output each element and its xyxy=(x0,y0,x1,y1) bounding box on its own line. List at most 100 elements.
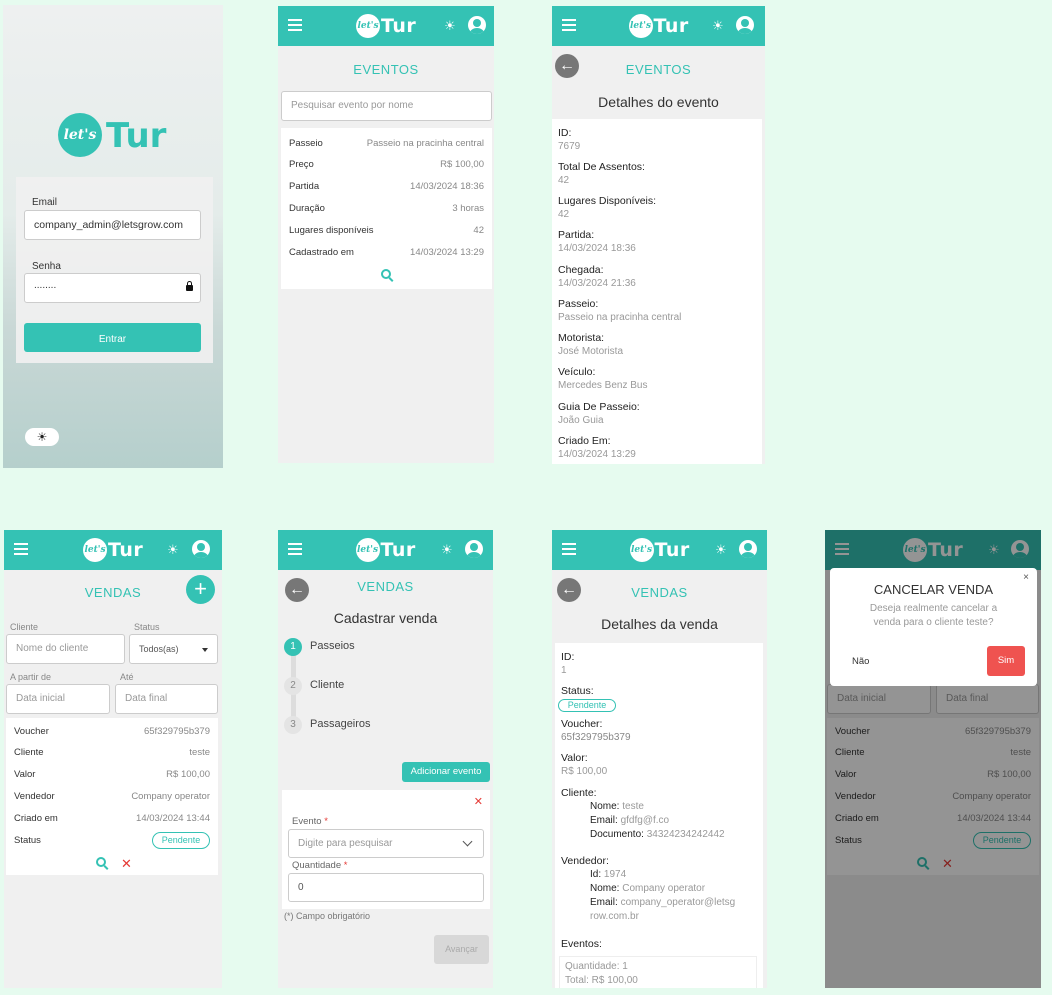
password-field[interactable]: ........ xyxy=(24,273,201,303)
status-value: Todos(as) xyxy=(139,644,179,654)
evento-item: Quantidade: 1 Total: R$ 100,00 xyxy=(559,956,757,988)
sun-icon[interactable]: ☀ xyxy=(715,542,727,558)
dialog-message-line2: venda para o cliente teste? xyxy=(873,617,994,628)
key: Id: xyxy=(590,869,602,880)
user-icon[interactable] xyxy=(736,16,754,34)
cancel-sale-screen: let's Tur ☀ Data inicial Data final Vouch… xyxy=(825,530,1041,988)
event-card: Passeio Passeio na pracinha central Preço… xyxy=(281,128,492,289)
email-label: Email xyxy=(32,197,58,208)
menu-icon[interactable] xyxy=(562,19,576,31)
field-value: 42 xyxy=(558,209,570,220)
app-logo: let's Tur xyxy=(628,13,689,39)
dialog-yes-button[interactable]: Sim xyxy=(987,646,1025,676)
quantity-input[interactable]: 0 xyxy=(288,873,484,902)
sun-icon[interactable]: ☀ xyxy=(441,542,453,558)
field-label: Partida: xyxy=(558,229,595,241)
cliente-label: Cliente: xyxy=(561,787,597,799)
row-label: Status xyxy=(14,835,41,846)
status-select[interactable]: Todos(as) xyxy=(129,634,218,664)
add-event-button[interactable]: Adicionar evento xyxy=(402,762,490,782)
row-label: Valor xyxy=(14,769,36,780)
vendedor-email-cont: row.com.br xyxy=(590,911,639,922)
login-button[interactable]: Entrar xyxy=(24,323,201,352)
menu-icon[interactable] xyxy=(14,543,28,555)
required-note: (*) Campo obrigatório xyxy=(284,911,371,921)
sun-icon[interactable]: ☀ xyxy=(712,18,724,34)
page-subtitle: Detalhes do evento xyxy=(598,94,719,110)
quantity-label-text: Quantidade xyxy=(292,860,342,871)
client-placeholder: Nome do cliente xyxy=(16,643,89,654)
field-value: 42 xyxy=(558,175,570,186)
evento-total: Total: R$ 100,00 xyxy=(565,975,638,986)
dialog-no-button[interactable]: Não xyxy=(852,656,869,667)
quantity-field-label: Quantidade * xyxy=(292,860,347,871)
create-sale-screen: let's Tur ☀ ← VENDAS Cadastrar venda 1 Pa… xyxy=(278,530,493,988)
field-label: ID: xyxy=(558,127,572,139)
logo-lets: let's xyxy=(58,113,102,157)
dialog-title: CANCELAR VENDA xyxy=(873,582,994,597)
menu-icon[interactable] xyxy=(288,19,302,31)
chevron-down-icon xyxy=(462,836,473,847)
user-icon[interactable] xyxy=(739,540,757,558)
to-placeholder: Data final xyxy=(125,693,168,704)
field-value: 14/03/2024 21:36 xyxy=(558,278,636,289)
app-logo: let's Tur xyxy=(355,537,416,563)
view-sale-icon[interactable] xyxy=(96,857,106,867)
user-icon[interactable] xyxy=(468,16,486,34)
search-input[interactable]: Pesquisar evento por nome xyxy=(281,91,492,121)
row-value: 3 horas xyxy=(452,203,484,214)
search-icon[interactable] xyxy=(381,269,391,279)
search-placeholder: Pesquisar evento por nome xyxy=(291,100,414,111)
client-input[interactable]: Nome do cliente xyxy=(6,634,125,664)
value: gfdfg@f.co xyxy=(620,815,670,826)
app-logo: let's Tur xyxy=(58,113,178,159)
event-field-label: Evento * xyxy=(292,816,328,827)
page-title: EVENTOS xyxy=(625,62,692,77)
cancel-sale-icon[interactable]: ✕ xyxy=(121,857,132,870)
vendedor-nome: Nome: Company operator xyxy=(590,883,705,894)
sale-row: Cliente teste xyxy=(14,747,210,758)
app-logo: let's Tur xyxy=(83,537,143,563)
theme-toggle[interactable]: ☀ xyxy=(25,428,59,446)
status-badge: Pendente xyxy=(558,699,616,712)
field-value: José Motorista xyxy=(558,346,624,357)
lock-shackle xyxy=(187,281,192,286)
cancel-sale-dialog: × CANCELAR VENDA Deseja realmente cancel… xyxy=(830,568,1037,686)
from-label: A partir de xyxy=(10,672,52,682)
app-bar: let's Tur ☀ xyxy=(278,530,493,570)
remove-event-icon[interactable]: ✕ xyxy=(474,796,483,809)
to-date-input[interactable]: Data final xyxy=(115,684,218,714)
menu-icon[interactable] xyxy=(562,543,576,555)
field-label: Motorista: xyxy=(558,332,605,344)
step-1-label: Passeios xyxy=(310,640,355,652)
email-value: company_admin@letsgrow.com xyxy=(34,219,183,231)
user-icon[interactable] xyxy=(465,540,483,558)
menu-icon[interactable] xyxy=(288,543,302,555)
add-sale-button[interactable]: + xyxy=(186,575,215,604)
sales-list-screen: let's Tur ☀ VENDAS + Cliente Nome do clie… xyxy=(4,530,222,988)
row-label: Lugares disponíveis xyxy=(289,225,374,236)
event-select[interactable]: Digite para pesquisar xyxy=(288,829,484,858)
eventos-label: Eventos: xyxy=(561,938,602,950)
step-3-label: Passageiros xyxy=(310,718,371,730)
from-date-input[interactable]: Data inicial xyxy=(6,684,110,714)
required-mark: * xyxy=(343,860,348,871)
next-button[interactable]: Avançar xyxy=(434,935,489,964)
event-row: Passeio Passeio na pracinha central xyxy=(289,138,484,149)
sun-icon[interactable]: ☀ xyxy=(167,542,179,558)
dialog-message-line1: Deseja realmente cancelar a xyxy=(869,603,998,614)
row-value: R$ 100,00 xyxy=(440,159,484,170)
value: Company operator xyxy=(622,883,706,894)
key: Email: xyxy=(590,815,618,826)
sale-row: Valor R$ 100,00 xyxy=(14,769,210,780)
page-title: EVENTOS xyxy=(353,62,419,77)
email-field[interactable]: company_admin@letsgrow.com xyxy=(24,210,201,240)
sun-icon: ☀ xyxy=(36,430,48,444)
field-value: 14/03/2024 18:36 xyxy=(558,243,636,254)
user-icon[interactable] xyxy=(192,540,210,558)
sun-icon[interactable]: ☀ xyxy=(444,18,456,34)
value: 1974 xyxy=(603,869,627,880)
app-logo: let's Tur xyxy=(629,537,690,563)
event-placeholder: Digite para pesquisar xyxy=(298,838,393,849)
logo-lets: let's xyxy=(628,14,653,38)
